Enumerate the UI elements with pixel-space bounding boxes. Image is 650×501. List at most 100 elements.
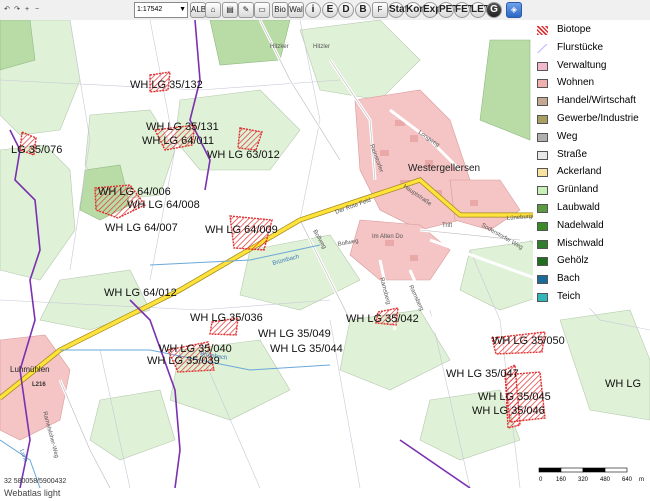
legend-item: Biotope: [533, 22, 648, 40]
legend-item: Wohnen: [533, 75, 648, 93]
exp-button[interactable]: Exp: [422, 2, 441, 18]
measure-icon: ▭: [258, 5, 266, 14]
legend-item: Handel/Wirtschaft: [533, 93, 648, 111]
legend-item: Weg: [533, 129, 648, 147]
biotope-label[interactable]: WH LG 35/131: [146, 121, 219, 133]
legend-swatch: [537, 97, 548, 107]
biotope-label[interactable]: WH LG 35/047: [446, 368, 519, 380]
coordinate-readout: 32 580058/5900432: [4, 478, 67, 485]
biotope-label[interactable]: WH LG 35/044: [270, 343, 343, 355]
legend-label: Laubwald: [557, 202, 600, 213]
biotope-label[interactable]: WH LG 35/040: [159, 343, 232, 355]
eraser-button[interactable]: ✎: [238, 2, 254, 18]
zoom-out-button[interactable]: −: [32, 2, 42, 18]
g-icon: G: [490, 4, 498, 15]
g-button[interactable]: G: [486, 2, 502, 18]
pet-button[interactable]: PET: [438, 2, 458, 18]
map-view-icon: ◈: [510, 5, 518, 14]
biotope-label[interactable]: WH LG 35/132: [130, 79, 203, 91]
biotope-label[interactable]: WH LG 64/006: [98, 186, 171, 198]
street-label: Im Alten Do: [372, 234, 404, 240]
legend-item: Ackerland: [533, 164, 648, 182]
biotope-label[interactable]: WH LG 63/012: [207, 149, 280, 161]
home-button[interactable]: ⌂: [205, 2, 221, 18]
biotope-label[interactable]: WH LG 35/045: [478, 391, 551, 403]
wald-button[interactable]: Wal: [288, 2, 304, 18]
biotope-label[interactable]: WH LG 64/008: [127, 199, 200, 211]
biotope-label[interactable]: WH LG 35/036: [190, 312, 263, 324]
place-label-luhmuhlen: Luhmühlen: [10, 365, 50, 374]
scale-select[interactable]: 1:17542 ▼: [134, 2, 188, 18]
map-view-button[interactable]: ◈: [506, 2, 522, 18]
legend-item: Mischwald: [533, 236, 648, 254]
redo-button[interactable]: ↷: [12, 2, 22, 18]
alb-icon: ALB: [191, 5, 207, 14]
legend-item: Verwaltung: [533, 58, 648, 76]
legend-swatch: [537, 204, 548, 213]
legend-swatch: [537, 293, 548, 302]
scale-unit-label: m: [639, 477, 644, 483]
scale-value: 1:17542: [137, 6, 163, 13]
print-button[interactable]: ▤: [222, 2, 238, 18]
biotope-label[interactable]: WH LG 35/042: [346, 313, 419, 325]
biotope-label[interactable]: WH LG 64/009: [205, 224, 278, 236]
legend-swatch: [537, 132, 548, 142]
scale-segment: [560, 467, 584, 473]
legend-label: Gewerbe/Industrie: [557, 113, 639, 124]
status-bar: Webatlas light: [0, 488, 650, 501]
e-button[interactable]: E: [322, 2, 338, 18]
home-icon: ⌂: [210, 5, 216, 14]
place-label-westergellersen: Westergellersen: [408, 163, 480, 174]
legend-swatch: [537, 221, 548, 231]
legend-item: Laubwald: [533, 200, 648, 218]
legend-swatch: [537, 115, 548, 124]
zoom-out-icon: −: [34, 6, 40, 13]
biotope-label[interactable]: WH LG 35/039: [147, 355, 220, 367]
biotope-label[interactable]: WH LG 64/011: [142, 135, 214, 147]
legend-swatch: [537, 239, 548, 249]
bio-button[interactable]: Bio: [272, 2, 288, 18]
biotope-label[interactable]: LG 35/076: [11, 144, 62, 156]
scale-segment: [538, 467, 562, 473]
e-icon: E: [326, 4, 334, 15]
biotope-label[interactable]: WH LG 64/012: [104, 287, 177, 299]
legend-swatch: [537, 79, 548, 89]
info-button[interactable]: i: [305, 2, 321, 18]
street-label: L216: [32, 382, 46, 388]
legend-swatch: [537, 150, 548, 160]
d-icon: D: [342, 4, 350, 15]
stat-button[interactable]: Stat: [388, 2, 408, 18]
legend-label: Handel/Wirtschaft: [557, 95, 636, 107]
d-button[interactable]: D: [338, 2, 354, 18]
biotope-label[interactable]: WH LG 35/049: [258, 328, 331, 340]
biotope-label[interactable]: WH LG 35/046: [472, 405, 545, 417]
undo-button[interactable]: ↶: [2, 2, 12, 18]
print-icon: ▤: [226, 5, 234, 14]
kons-button[interactable]: Kons: [405, 2, 431, 18]
legend-label: Gehölz: [557, 255, 589, 267]
scale-tick-label: 0: [539, 477, 543, 483]
eraser-icon: ✎: [242, 5, 250, 14]
scale-tick-label: 320: [578, 477, 589, 483]
biotope-label[interactable]: WH LG: [605, 378, 641, 390]
b-button[interactable]: B: [355, 2, 371, 18]
info-icon: i: [311, 4, 315, 15]
legend-swatch: [537, 43, 548, 53]
zoom-in-button[interactable]: +: [22, 2, 32, 18]
zoom-in-icon: +: [24, 6, 30, 13]
legend-item: Teich: [533, 289, 648, 307]
f-button[interactable]: F: [372, 2, 388, 18]
fet-button[interactable]: FET: [454, 2, 474, 18]
scale-tick-label: 160: [556, 477, 567, 483]
scale-tick-label: 480: [600, 477, 611, 483]
redo-icon: ↷: [14, 6, 20, 13]
scale-segment: [582, 467, 606, 473]
biotope-label[interactable]: WH LG 64/007: [105, 222, 178, 234]
b-icon: B: [359, 4, 367, 15]
measure-area-button[interactable]: ▭: [254, 2, 270, 18]
alb-button[interactable]: ALB: [190, 2, 206, 18]
let-button[interactable]: LET: [470, 2, 490, 18]
biotope-label[interactable]: WH LG 35/050: [492, 335, 565, 347]
legend-label: Weg: [557, 130, 578, 142]
legend-swatch: [537, 186, 548, 196]
